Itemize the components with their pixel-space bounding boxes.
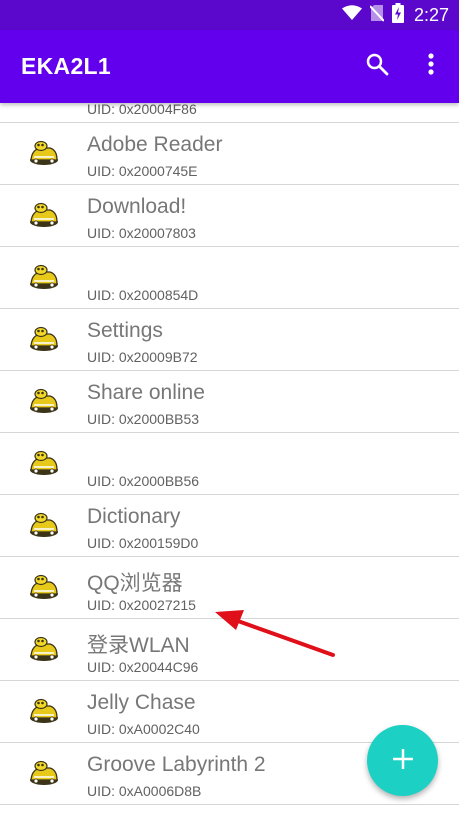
app-uid: UID: 0x200159D0	[87, 535, 199, 551]
more-vert-icon	[427, 52, 435, 80]
overflow-menu-button[interactable]	[411, 46, 451, 86]
app-list-item[interactable]: Share online UID: 0x2000BB53	[0, 371, 459, 433]
app-list[interactable]: UID: 0x20004F86 Adobe Reader UID: 0x2000…	[0, 103, 459, 816]
search-icon	[365, 52, 389, 80]
add-app-button[interactable]	[367, 725, 438, 796]
app-name: QQ浏览器	[87, 572, 183, 595]
search-button[interactable]	[357, 46, 397, 86]
app-name: Jelly Chase	[87, 691, 196, 714]
app-name: Dictionary	[87, 505, 181, 528]
app-list-item[interactable]: Dictionary UID: 0x200159D0	[0, 495, 459, 557]
app-uid: UID: 0x2000854D	[87, 287, 199, 303]
battery-charging-icon	[391, 3, 404, 27]
app-uid: UID: 0x2000BB53	[87, 411, 200, 427]
app-list-item[interactable]: QQ浏览器 UID: 0x20027215	[0, 557, 459, 619]
app-name: 登录WLAN	[87, 634, 190, 657]
symbian-app-icon	[28, 325, 60, 353]
symbian-app-icon	[28, 201, 60, 229]
app-list-item[interactable]: Adobe Reader UID: 0x2000745E	[0, 123, 459, 185]
app-list-content: UID: 0x20004F86 Adobe Reader UID: 0x2000…	[0, 103, 459, 805]
app-name: Groove Labyrinth 2	[87, 753, 266, 776]
app-list-item[interactable]: UID: 0x2000854D	[0, 247, 459, 309]
status-bar: 2:27	[0, 0, 459, 30]
app-name: Adobe Reader	[87, 133, 223, 156]
app-list-item[interactable]: UID: 0x2000BB56	[0, 433, 459, 495]
app-list-item[interactable]: Download! UID: 0x20007803	[0, 185, 459, 247]
app-name: Settings	[87, 319, 163, 342]
no-sim-icon	[369, 4, 385, 26]
plus-icon	[392, 748, 413, 773]
app-uid: UID: 0x20027215	[87, 597, 196, 613]
app-list-item[interactable]: Settings UID: 0x20009B72	[0, 309, 459, 371]
status-icons: 2:27	[341, 0, 449, 30]
status-time: 2:27	[413, 4, 449, 25]
symbian-app-icon	[28, 263, 60, 291]
app-uid: UID: 0x20004F86	[87, 103, 197, 117]
app-list-item[interactable]: 登录WLAN UID: 0x20044C96	[0, 619, 459, 681]
symbian-app-icon	[28, 697, 60, 725]
wifi-icon	[341, 5, 362, 25]
app-name: Download!	[87, 195, 187, 218]
app-list-item[interactable]: UID: 0x20004F86	[0, 103, 459, 123]
app-title: EKA2L1	[21, 53, 111, 79]
symbian-app-icon	[28, 635, 60, 663]
symbian-app-icon	[28, 387, 60, 415]
app-uid: UID: 0xA0002C40	[87, 721, 200, 737]
symbian-app-icon	[28, 103, 60, 105]
symbian-app-icon	[28, 573, 60, 601]
app-uid: UID: 0x2000BB56	[87, 473, 200, 489]
app-bar: EKA2L1	[0, 30, 459, 103]
app-uid: UID: 0xA0006D8B	[87, 783, 202, 799]
app-uid: UID: 0x20009B72	[87, 349, 198, 365]
symbian-app-icon	[28, 759, 60, 787]
app-name: Share online	[87, 381, 205, 404]
symbian-app-icon	[28, 511, 60, 539]
app-uid: UID: 0x20044C96	[87, 659, 199, 675]
symbian-app-icon	[28, 449, 60, 477]
symbian-app-icon	[28, 139, 60, 167]
app-uid: UID: 0x20007803	[87, 225, 196, 241]
app-uid: UID: 0x2000745E	[87, 163, 198, 179]
